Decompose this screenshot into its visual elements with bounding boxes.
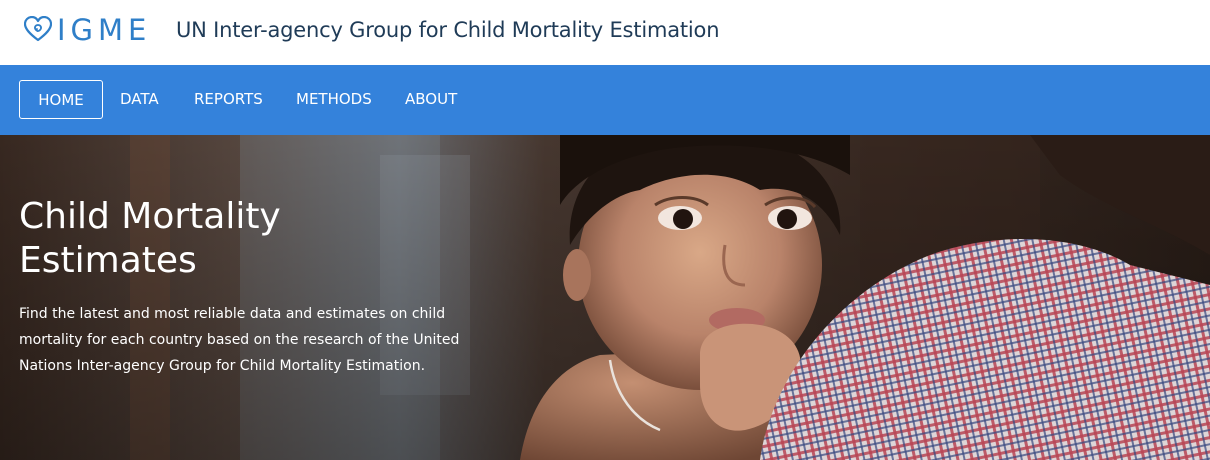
brand-header: IGME UN Inter-agency Group for Child Mor…: [0, 0, 1210, 65]
hero-banner: Child Mortality Estimates Find the lates…: [0, 135, 1210, 460]
main-nav: HOME DATA REPORTS METHODS ABOUT: [0, 65, 1210, 135]
nav-item-home[interactable]: HOME: [19, 80, 103, 119]
site-title: UN Inter-agency Group for Child Mortalit…: [176, 18, 720, 42]
hero-title: Child Mortality Estimates: [19, 196, 281, 281]
nav-item-about[interactable]: ABOUT: [405, 80, 457, 119]
hero-photo: [0, 135, 1210, 460]
nav-item-methods[interactable]: METHODS: [296, 80, 372, 119]
page: IGME UN Inter-agency Group for Child Mor…: [0, 0, 1210, 460]
nav-item-reports[interactable]: REPORTS: [194, 80, 263, 119]
hero-description: Find the latest and most reliable data a…: [19, 306, 460, 374]
heart-swirl-icon[interactable]: [24, 16, 52, 42]
nav-item-data[interactable]: DATA: [120, 80, 159, 119]
logo-wordmark[interactable]: IGME: [57, 11, 151, 49]
